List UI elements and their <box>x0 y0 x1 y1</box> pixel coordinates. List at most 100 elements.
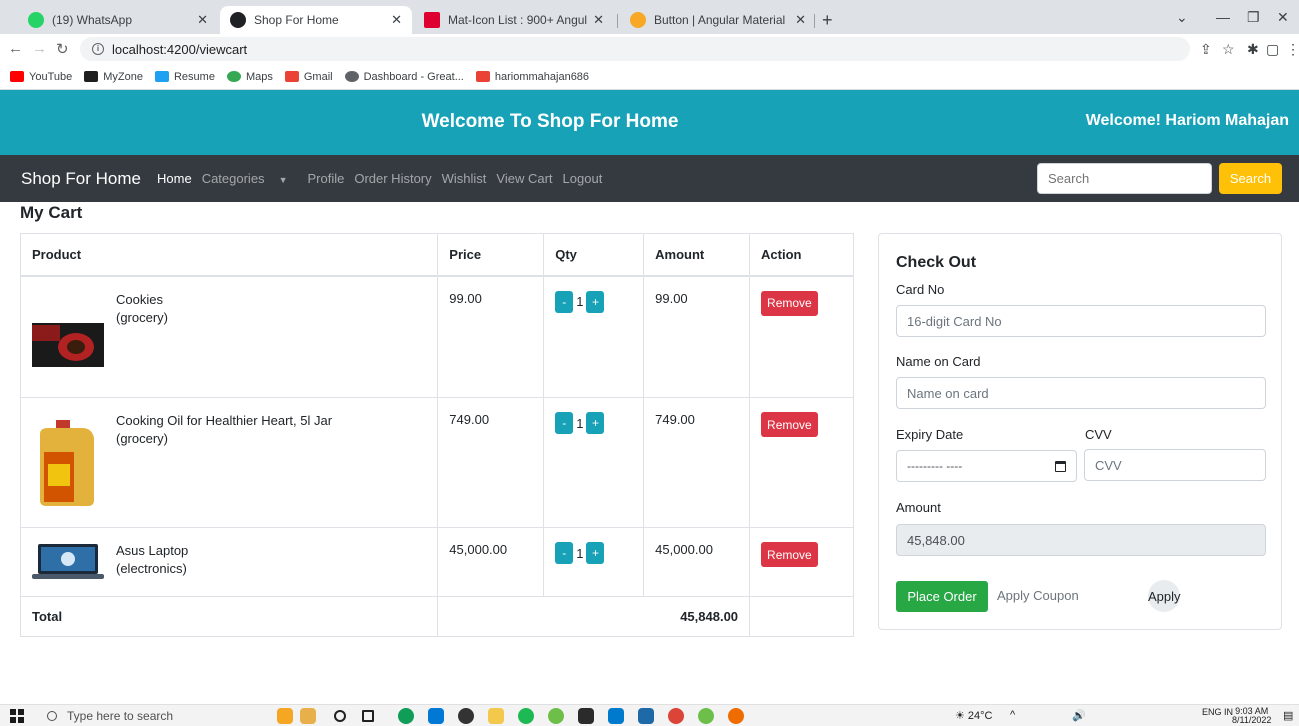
bookmark-star-icon[interactable]: ☆ <box>1222 41 1235 58</box>
nav-wishlist[interactable]: Wishlist <box>442 171 487 186</box>
amount-label: Amount <box>896 500 941 515</box>
chrome-icon[interactable] <box>668 708 684 724</box>
vscode-icon[interactable] <box>608 708 624 724</box>
calendar-icon[interactable] <box>1055 460 1066 472</box>
bookmark-dashboard[interactable]: Dashboard - Great... <box>344 71 464 83</box>
amount-field <box>896 524 1266 556</box>
bookmark-label: Resume <box>173 70 215 83</box>
site-info-icon[interactable]: i <box>92 43 104 55</box>
apply-coupon-label[interactable]: Apply Coupon <box>997 588 1079 603</box>
gmail-icon <box>284 71 299 82</box>
close-icon[interactable]: ✕ <box>197 12 208 28</box>
qty-value: 1 <box>576 294 584 309</box>
total-empty-cell <box>749 596 854 637</box>
app-icon[interactable] <box>548 708 564 724</box>
remove-button[interactable]: Remove <box>761 290 818 316</box>
increase-qty-button[interactable]: + <box>586 290 605 313</box>
decrease-qty-button[interactable]: - <box>555 542 574 564</box>
tab-search-icon[interactable]: ⌄ <box>1176 9 1188 26</box>
card-number-input[interactable] <box>896 305 1266 337</box>
weather-widget[interactable]: ☀ 24°C <box>955 709 993 722</box>
decrease-qty-button[interactable]: - <box>555 290 574 313</box>
navbar-brand[interactable]: Shop For Home <box>21 169 141 189</box>
total-row: Total 45,848.00 <box>19 596 854 637</box>
remove-button[interactable]: Remove <box>761 542 818 567</box>
total-label: Total <box>19 596 439 637</box>
new-tab-icon[interactable]: + <box>822 10 833 31</box>
close-icon[interactable]: ✕ <box>391 12 402 28</box>
restore-icon[interactable]: ❐ <box>1247 9 1260 26</box>
search-button[interactable]: Search <box>1219 163 1282 194</box>
price-cell: 99.00 <box>437 275 545 398</box>
spotify-icon[interactable] <box>518 708 534 724</box>
bookmark-resume[interactable]: Resume <box>154 70 215 83</box>
tab-whatsapp[interactable]: (19) WhatsApp ✕ <box>18 6 218 34</box>
url-field[interactable]: i localhost:4200/viewcart <box>80 37 1190 61</box>
apply-coupon-button[interactable]: Apply <box>1148 580 1181 612</box>
widget-icon[interactable] <box>300 708 316 724</box>
notifications-icon[interactable]: ▤ <box>1283 709 1293 722</box>
cvv-input[interactable] <box>1084 449 1266 481</box>
nav-view-cart[interactable]: View Cart <box>496 171 552 186</box>
table-row: Asus Laptop (electronics) 45,000.00 - 1 … <box>19 527 854 597</box>
tab-button-angular-material[interactable]: Button | Angular Material ✕ <box>620 6 816 34</box>
nav-home[interactable]: Home <box>157 171 192 186</box>
task-view-icon[interactable] <box>362 710 374 722</box>
nav-order-history[interactable]: Order History <box>354 171 431 186</box>
share-icon[interactable]: ⇪ <box>1200 41 1212 58</box>
product-cell: Cooking Oil for Healthier Heart, 5l Jar … <box>19 397 439 528</box>
decrease-qty-button[interactable]: - <box>555 412 574 434</box>
app-icon[interactable] <box>458 708 474 724</box>
back-icon[interactable]: ← <box>8 40 23 57</box>
name-on-card-input[interactable] <box>896 377 1266 409</box>
windows-start-icon[interactable] <box>10 709 24 723</box>
expiry-date-input[interactable]: --------- ---- <box>896 450 1077 482</box>
nav-logout[interactable]: Logout <box>563 171 603 186</box>
extensions-icon[interactable]: ✱ <box>1247 41 1259 58</box>
google-icon <box>344 71 359 82</box>
mail-icon[interactable] <box>428 708 444 724</box>
app-icon[interactable] <box>638 708 654 724</box>
app-icon[interactable] <box>698 708 714 724</box>
tab-mat-icon-list[interactable]: Mat-Icon List : 900+ Angular Mat ✕ <box>414 6 614 34</box>
page-title: My Cart <box>20 203 83 222</box>
cortana-icon[interactable] <box>334 710 346 722</box>
minimize-icon[interactable]: — <box>1216 9 1230 25</box>
menu-icon[interactable]: ⋮ <box>1286 41 1299 58</box>
tab-shop-for-home[interactable]: Shop For Home ✕ <box>220 6 412 34</box>
qty-cell: - 1 + <box>543 527 645 597</box>
increase-qty-button[interactable]: + <box>586 542 605 564</box>
bookmark-youtube[interactable]: YouTube <box>10 71 72 83</box>
volume-icon[interactable]: 🔊 <box>1072 709 1086 722</box>
increase-qty-button[interactable]: + <box>586 412 605 434</box>
close-icon[interactable]: ✕ <box>795 12 806 28</box>
price-cell: 45,000.00 <box>437 527 545 597</box>
nav-profile[interactable]: Profile <box>307 171 344 186</box>
news-widget-icon[interactable] <box>277 708 293 724</box>
remove-button[interactable]: Remove <box>761 412 818 437</box>
product-cell: Cookies (grocery) <box>19 275 439 398</box>
clock[interactable]: 9:03 AM 8/11/2022 <box>1232 707 1271 725</box>
terminal-icon[interactable] <box>578 708 594 724</box>
nav-categories[interactable]: Categories ▼ <box>202 171 298 186</box>
bookmark-gmail[interactable]: Gmail <box>284 70 333 83</box>
place-order-button[interactable]: Place Order <box>896 581 988 612</box>
bookmark-gmail-account[interactable]: hariommahajan686 <box>475 71 589 83</box>
window-close-icon[interactable]: ✕ <box>1277 9 1289 26</box>
language-indicator[interactable]: ENG IN <box>1202 707 1233 717</box>
side-panel-icon[interactable]: ▢ <box>1266 41 1279 58</box>
card-no-label: Card No <box>896 282 945 297</box>
bookmark-maps[interactable]: Maps <box>226 70 273 83</box>
edge-icon[interactable] <box>398 708 414 724</box>
bookmark-label: Maps <box>245 70 273 83</box>
file-explorer-icon[interactable] <box>488 708 504 724</box>
bookmark-myzone[interactable]: MyZone <box>84 71 143 83</box>
tray-chevron-icon[interactable]: ^ <box>1010 709 1015 721</box>
bookmark-label: Gmail <box>303 70 333 83</box>
close-icon[interactable]: ✕ <box>593 12 604 28</box>
search-input[interactable] <box>1037 163 1212 194</box>
postman-icon[interactable] <box>728 708 744 724</box>
bookmark-label: YouTube <box>29 70 73 83</box>
reload-icon[interactable]: ↻ <box>56 40 69 58</box>
taskbar-search[interactable]: Type here to search <box>47 707 267 725</box>
